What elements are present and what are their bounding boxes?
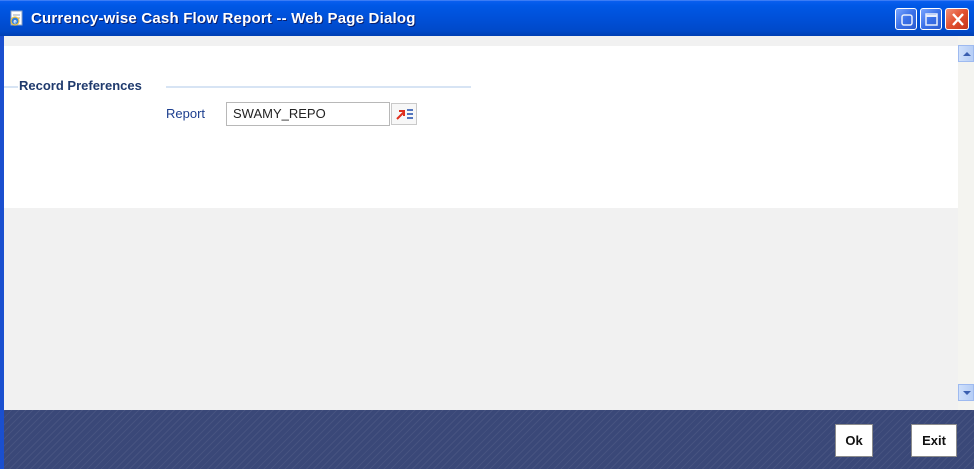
- section-divider-left: [4, 86, 18, 88]
- ie-page-icon: e: [9, 10, 25, 26]
- section-divider: [166, 86, 471, 88]
- window-title: Currency-wise Cash Flow Report -- Web Pa…: [31, 10, 416, 27]
- vertical-scrollbar[interactable]: [958, 36, 974, 410]
- help-button[interactable]: [895, 8, 917, 30]
- dialog-footer: Ok Exit: [4, 410, 974, 469]
- record-preferences-panel: Record Preferences Report SWAMY_REPO: [4, 46, 958, 208]
- report-lov-button[interactable]: [391, 103, 417, 125]
- section-title: Record Preferences: [19, 78, 148, 93]
- scroll-down-button[interactable]: [958, 384, 974, 401]
- ok-button[interactable]: Ok: [835, 424, 873, 457]
- dialog-window: e Currency-wise Cash Flow Report -- Web …: [0, 0, 974, 469]
- list-of-values-icon: [396, 109, 413, 120]
- report-input[interactable]: SWAMY_REPO: [226, 102, 390, 126]
- maximize-button[interactable]: [920, 8, 942, 30]
- report-label: Report: [166, 106, 206, 121]
- close-icon: [952, 13, 964, 26]
- close-button[interactable]: [945, 8, 969, 30]
- scroll-up-button[interactable]: [958, 45, 974, 62]
- exit-button[interactable]: Exit: [911, 424, 957, 457]
- help-icon: [901, 14, 913, 26]
- maximize-icon: [925, 13, 938, 26]
- arrow-up-icon: [963, 52, 971, 56]
- dialog-content: Record Preferences Report SWAMY_REPO: [4, 36, 958, 410]
- title-bar[interactable]: e Currency-wise Cash Flow Report -- Web …: [0, 0, 974, 36]
- arrow-down-icon: [963, 391, 971, 395]
